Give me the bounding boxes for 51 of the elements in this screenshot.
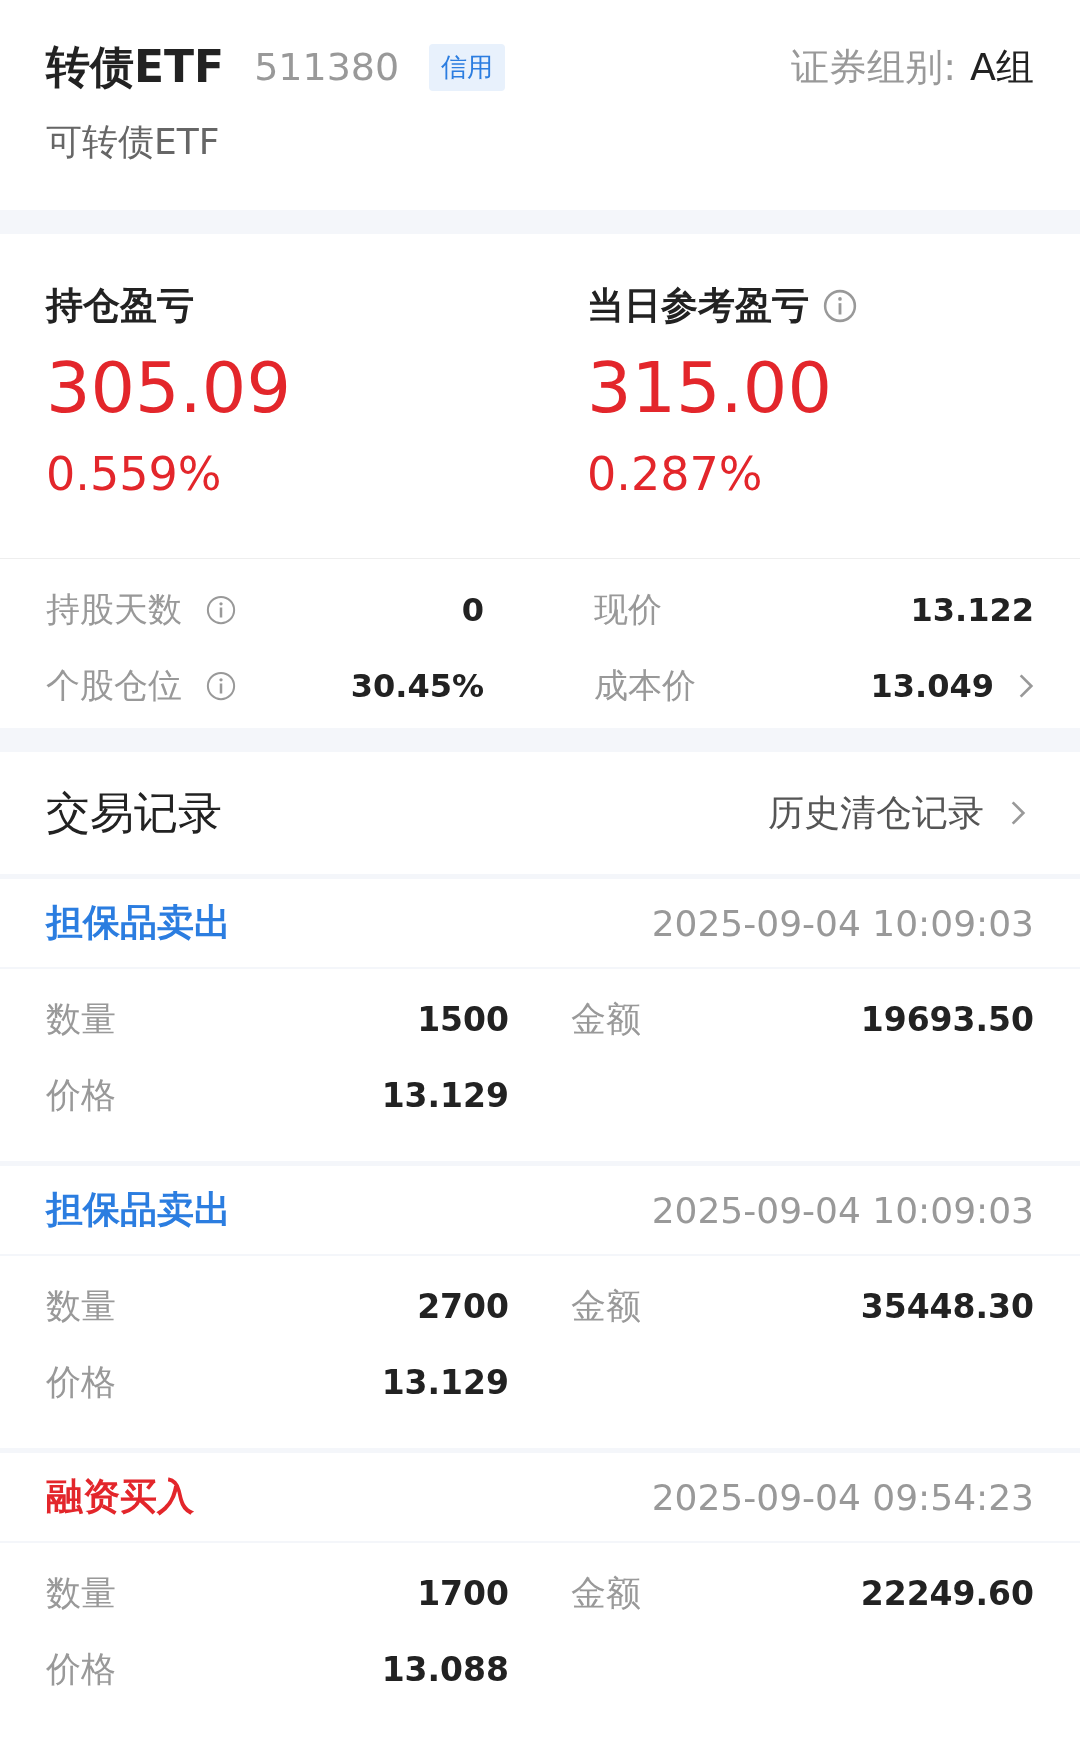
field-value: 1700 [417,1573,509,1613]
section-title: 交易记录 [46,785,222,840]
field-label: 金额 [571,997,641,1041]
stat-label: 持股天数 [46,588,182,631]
credit-tag: 信用 [429,43,506,91]
field-label: 金额 [571,1284,641,1328]
field-value: 22249.60 [860,1573,1034,1613]
history-link[interactable]: 历史清仓记录 [768,788,984,838]
stat-label: 现价 [594,588,662,631]
field-label: 数量 [46,1571,116,1615]
pnl-label: 持仓盈亏 [46,283,194,329]
field-value: 13.129 [381,1075,509,1115]
stock-full-name: 可转债ETF [46,120,221,164]
stat-value: 13.049 [870,667,994,705]
field-value: 2700 [417,1286,509,1326]
field-label: 价格 [46,1073,116,1117]
trade-time: 2025-09-04 10:09:03 [651,1189,1034,1231]
pnl-percent: 0.559% [46,446,223,503]
trade-type: 担保品卖出 [46,900,231,946]
field-label: 数量 [46,1284,116,1328]
stat-value: 13.122 [910,591,1034,629]
field-value: 19693.50 [860,999,1034,1039]
field-value: 13.088 [381,1649,509,1689]
stat-label: 成本价 [594,664,696,707]
pnl-label: 当日参考盈亏 [587,283,809,329]
pnl-percent: 0.287% [587,446,764,503]
chevron-right-icon[interactable] [1018,672,1034,700]
pnl-value: 315.00 [587,346,833,431]
field-label: 价格 [46,1360,116,1404]
stat-value: 30.45% [350,667,484,705]
trade-type: 融资买入 [46,1474,194,1520]
field-value: 35448.30 [860,1286,1034,1326]
stock-name: 转债ETF [46,39,225,94]
group-label: 证券组别: [791,43,956,91]
trade-time: 2025-09-04 10:09:03 [651,902,1034,944]
info-icon[interactable] [206,671,236,701]
chevron-right-icon[interactable] [1010,799,1026,827]
field-value: 13.129 [381,1362,509,1402]
pnl-value: 305.09 [46,346,292,431]
group-value: A组 [970,43,1034,91]
field-label: 数量 [46,997,116,1041]
field-label: 价格 [46,1647,116,1691]
info-icon[interactable] [206,595,236,625]
trade-time: 2025-09-04 09:54:23 [651,1476,1034,1518]
field-label: 金额 [571,1571,641,1615]
info-icon[interactable] [823,289,857,323]
field-value: 1500 [417,999,509,1039]
stock-code: 511380 [254,45,400,89]
trade-type: 担保品卖出 [46,1187,231,1233]
stat-value: 0 [461,591,484,629]
stat-label: 个股仓位 [46,664,182,707]
